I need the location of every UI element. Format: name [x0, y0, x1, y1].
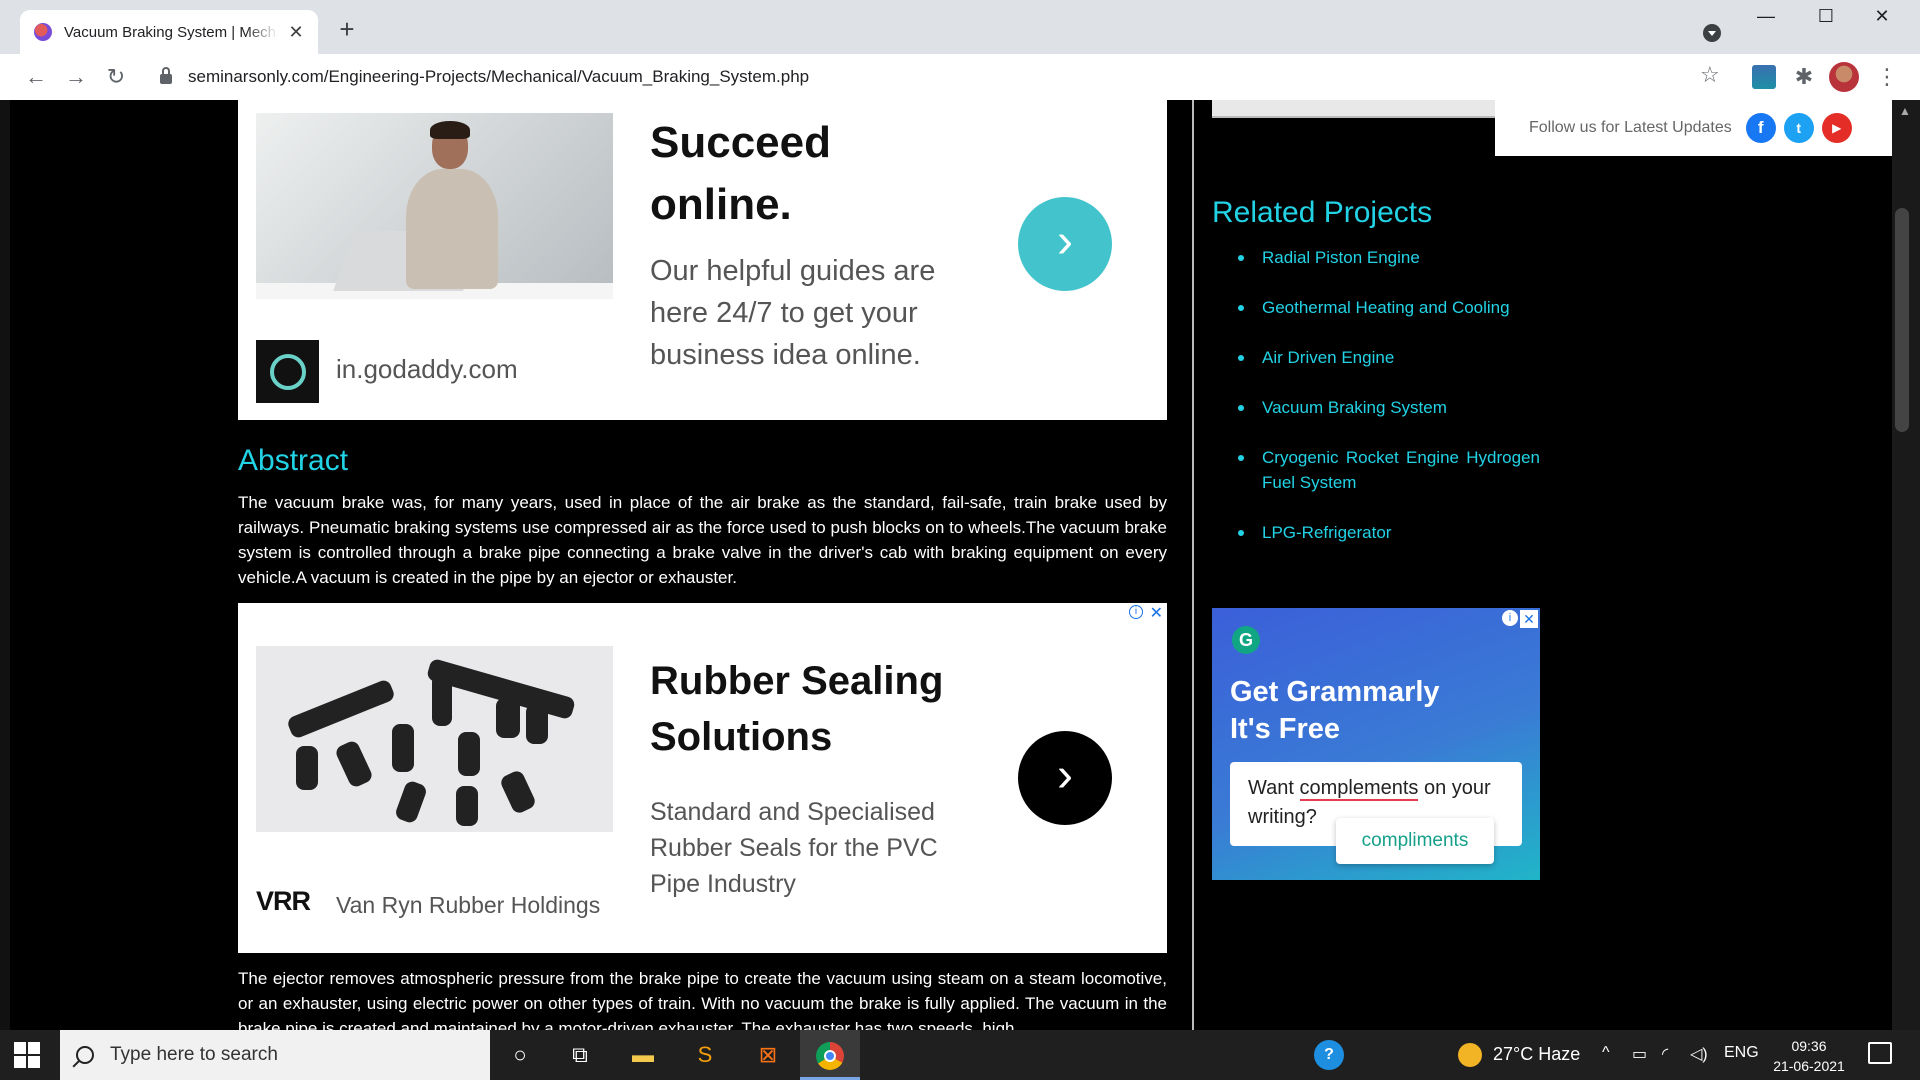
grammarly-headline-line2: It's Free: [1230, 713, 1341, 745]
xampp-icon[interactable]: ⊠: [751, 1038, 785, 1072]
lock-icon: [160, 67, 172, 84]
close-window-button[interactable]: ✕: [1862, 6, 1902, 27]
page-edge: [0, 100, 10, 1030]
volume-icon[interactable]: ◁): [1690, 1044, 1708, 1064]
web-page: in.godaddy.com Succeed online. Our helpf…: [0, 100, 1920, 1030]
related-link[interactable]: Geothermal Heating and Cooling: [1236, 295, 1540, 320]
ad-close-icon[interactable]: ✕: [1150, 603, 1163, 623]
task-view-icon[interactable]: ⧉: [563, 1038, 597, 1072]
reload-button[interactable]: ↻: [102, 63, 130, 91]
vrr-logo[interactable]: VRR: [256, 886, 311, 917]
bookmark-star-icon[interactable]: ☆: [1700, 62, 1720, 88]
file-explorer-icon[interactable]: ▬: [626, 1038, 660, 1072]
follow-label: Follow us for Latest Updates: [1529, 119, 1732, 136]
tab-close-icon[interactable]: ✕: [286, 22, 306, 43]
related-projects-list: Radial Piston Engine Geothermal Heating …: [1236, 245, 1540, 570]
tab-search-icon[interactable]: [1703, 24, 1721, 42]
ad-photo-rubber-parts[interactable]: [256, 646, 613, 832]
back-button[interactable]: ←: [22, 63, 50, 91]
profile-avatar[interactable]: [1829, 62, 1859, 92]
new-tab-button[interactable]: +: [334, 16, 360, 42]
taskbar-search-box[interactable]: Type here to search: [60, 1030, 490, 1080]
grammarly-headline-line1: Get Grammarly: [1230, 676, 1440, 708]
browser-toolbar: ← → ↻ seminarsonly.com/Engineering-Proje…: [0, 54, 1920, 100]
facebook-icon[interactable]: f: [1745, 113, 1776, 143]
ad-domain[interactable]: in.godaddy.com: [336, 354, 518, 385]
sidebar-search-box[interactable]: [1212, 100, 1495, 118]
youtube-icon[interactable]: ▶: [1821, 113, 1852, 143]
windows-taskbar: Type here to search ○ ⧉ ▬ S ⊠ ? 27°C Haz…: [0, 1030, 1920, 1080]
url-text[interactable]: seminarsonly.com/Engineering-Projects/Me…: [188, 67, 809, 87]
notification-center-icon[interactable]: [1868, 1042, 1892, 1064]
help-icon[interactable]: ?: [1314, 1040, 1344, 1070]
card-text: Want: [1248, 777, 1300, 799]
clock-time: 09:36: [1791, 1038, 1827, 1054]
cortana-circle-icon[interactable]: ○: [503, 1038, 537, 1072]
ad-description[interactable]: Standard and Specialised Rubber Seals fo…: [650, 794, 980, 902]
forward-button[interactable]: →: [62, 63, 90, 91]
abstract-paragraph-1: The vacuum brake was, for many years, us…: [238, 493, 1167, 587]
adchoices-icon[interactable]: i: [1502, 610, 1518, 626]
sublime-text-icon[interactable]: S: [688, 1038, 722, 1072]
misspelled-word: complements: [1299, 777, 1419, 801]
related-link[interactable]: Cryogenic Rocket Engine Hydrogen Fuel Sy…: [1236, 445, 1540, 495]
ad-advertiser[interactable]: Van Ryn Rubber Holdings: [336, 892, 600, 919]
minimize-button[interactable]: —: [1746, 6, 1786, 27]
scrollbar-thumb[interactable]: [1895, 208, 1909, 432]
related-link[interactable]: LPG-Refrigerator: [1236, 520, 1540, 545]
clock-date: 21-06-2021: [1773, 1058, 1845, 1074]
abstract-heading: Abstract: [238, 444, 349, 477]
abstract-paragraph-2: The ejector removes atmospheric pressure…: [238, 969, 1167, 1030]
tray-overflow-icon[interactable]: ^: [1602, 1044, 1610, 1062]
language-indicator[interactable]: ENG: [1724, 1044, 1759, 1062]
extensions-puzzle-icon[interactable]: ✱: [1792, 65, 1816, 89]
tab-title: Vacuum Braking System | Mechanical: [64, 23, 278, 41]
ad-cta-arrow-button[interactable]: ›: [1018, 731, 1112, 825]
related-projects-heading: Related Projects: [1212, 196, 1433, 229]
related-link[interactable]: Vacuum Braking System: [1236, 395, 1540, 420]
maximize-button[interactable]: ☐: [1806, 6, 1846, 27]
ad-headline[interactable]: Succeed online.: [650, 112, 980, 236]
ad-close-icon[interactable]: ✕: [1520, 610, 1538, 628]
suggestion-chip[interactable]: compliments: [1336, 818, 1494, 864]
grammarly-headline[interactable]: Get Grammarly It's Free: [1230, 674, 1440, 748]
godaddy-logo-icon[interactable]: [256, 340, 319, 403]
windows-start-icon[interactable]: [14, 1042, 40, 1068]
photo-person: [406, 121, 498, 295]
wifi-icon[interactable]: ◜: [1662, 1044, 1668, 1064]
extension-icon[interactable]: [1752, 65, 1776, 89]
ad-description[interactable]: Our helpful guides are here 24/7 to get …: [650, 250, 980, 376]
search-icon: [76, 1046, 94, 1064]
follow-us-bar: Follow us for Latest Updates f t ▶: [1495, 100, 1892, 156]
battery-icon[interactable]: ▭: [1632, 1044, 1647, 1064]
browser-menu-icon[interactable]: ⋮: [1876, 64, 1898, 90]
rubber-seals-ad[interactable]: i ✕ VRR Van Ryn Rubber Holdings Rubber S…: [238, 603, 1167, 953]
ad-photo-person-laptop[interactable]: [256, 113, 613, 299]
tab-strip: Vacuum Braking System | Mechanical ✕ + —…: [0, 0, 1920, 54]
address-bar[interactable]: seminarsonly.com/Engineering-Projects/Me…: [146, 59, 1736, 95]
ad-cta-arrow-button[interactable]: ›: [1018, 197, 1112, 291]
twitter-icon[interactable]: t: [1783, 113, 1814, 143]
scroll-up-arrow-icon[interactable]: ▲: [1899, 104, 1911, 118]
grammarly-logo-icon: G: [1232, 626, 1260, 654]
ad-headline[interactable]: Rubber Sealing Solutions: [650, 653, 980, 765]
grammarly-ad[interactable]: G i ✕ Get Grammarly It's Free Want compl…: [1212, 608, 1540, 880]
site-favicon-icon: [34, 23, 52, 41]
related-link[interactable]: Air Driven Engine: [1236, 345, 1540, 370]
browser-tab[interactable]: Vacuum Braking System | Mechanical ✕: [20, 10, 318, 54]
weather-text[interactable]: 27°C Haze: [1493, 1044, 1580, 1065]
chrome-taskbar-icon[interactable]: [800, 1030, 860, 1080]
weather-sun-icon[interactable]: [1458, 1043, 1482, 1067]
column-divider: [1192, 100, 1194, 1030]
adchoices-icon[interactable]: i: [1129, 605, 1143, 619]
godaddy-ad[interactable]: in.godaddy.com Succeed online. Our helpf…: [238, 100, 1167, 420]
taskbar-search-placeholder[interactable]: Type here to search: [110, 1044, 278, 1066]
related-link[interactable]: Radial Piston Engine: [1236, 245, 1540, 270]
system-clock[interactable]: 09:36 21-06-2021: [1768, 1036, 1850, 1076]
